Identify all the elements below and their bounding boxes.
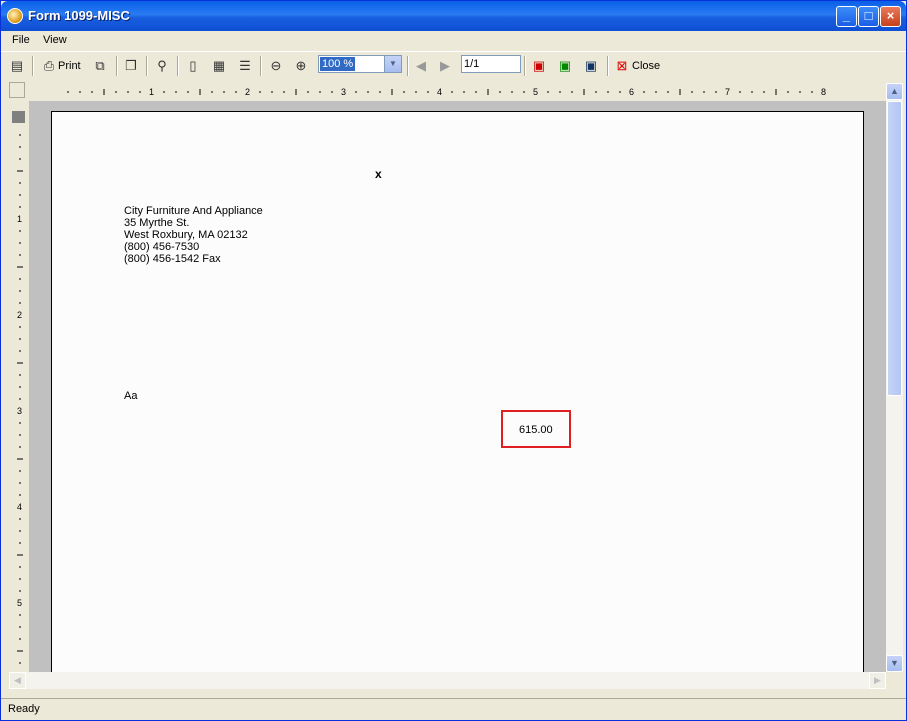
company-fax: (800) 456-1542 Fax: [124, 253, 221, 265]
horizontal-scrollbar[interactable]: ◀ ▶: [9, 672, 886, 689]
chevron-down-icon[interactable]: ▼: [384, 56, 401, 72]
ruler-label: 3: [17, 406, 22, 416]
page-setup-icon[interactable]: ⧉: [90, 56, 110, 76]
scroll-right-icon[interactable]: ▶: [869, 672, 886, 689]
ruler-label: 2: [17, 310, 22, 320]
multi-page-icon[interactable]: ▦: [209, 56, 229, 76]
previous-page-icon[interactable]: ◀: [411, 56, 431, 76]
scroll-down-icon[interactable]: ▼: [886, 655, 903, 672]
toolbar: ▤ ⎙ Print ⧉ ❐ ⚲ ▯ ▦ ☰ ⊖ ⊕ ◀ ▶ ▣ ▣ ▣ ⊠ Cl…: [1, 51, 906, 80]
title-bar[interactable]: Form 1099-MISC _ □ ×: [1, 1, 906, 31]
find-binoculars-icon[interactable]: ⚲: [152, 56, 172, 76]
report-page: x City Furniture And Appliance 35 Myrthe…: [51, 111, 864, 672]
report-preview[interactable]: x City Furniture And Appliance 35 Myrthe…: [29, 101, 886, 672]
continuous-pages-icon[interactable]: ☰: [235, 56, 255, 76]
status-bar: Ready: [1, 698, 906, 720]
zoom-select[interactable]: 100 % ▼: [318, 55, 402, 73]
amount-value: 615.00: [519, 424, 553, 436]
company-name: City Furniture And Appliance: [124, 205, 263, 217]
scroll-left-icon[interactable]: ◀: [9, 672, 26, 689]
recipient-name: Aa: [124, 390, 138, 402]
ruler-label: 8: [821, 87, 826, 97]
form-mark: x: [375, 167, 382, 181]
zoom-out-icon[interactable]: ⊖: [266, 56, 286, 76]
minimize-button[interactable]: _: [836, 6, 857, 27]
ruler-label: 4: [437, 87, 442, 97]
ruler-corner: [9, 82, 25, 98]
ruler-label: 5: [533, 87, 538, 97]
ruler-label: 3: [341, 87, 346, 97]
menu-file[interactable]: File: [12, 34, 30, 46]
company-city: West Roxbury, MA 02132: [124, 229, 248, 241]
maximize-button[interactable]: □: [858, 6, 879, 27]
window-title: Form 1099-MISC: [28, 8, 130, 23]
vertical-ruler-marker: [12, 111, 25, 123]
close-icon[interactable]: ⊠: [612, 56, 632, 76]
highlight-box: 615.00: [501, 410, 571, 448]
menu-bar: File View: [1, 31, 906, 50]
ruler-label: 4: [17, 502, 22, 512]
scroll-up-icon[interactable]: ▲: [886, 83, 903, 100]
print-button[interactable]: Print: [58, 60, 81, 72]
company-phone: (800) 456-7530: [124, 241, 200, 253]
ruler-label: 2: [245, 87, 250, 97]
outline-icon[interactable]: ▤: [7, 56, 27, 76]
ruler-label: 5: [17, 598, 22, 608]
ruler-label: 1: [17, 214, 22, 224]
copy-icon[interactable]: ❐: [121, 56, 141, 76]
single-page-icon[interactable]: ▯: [183, 56, 203, 76]
zoom-in-icon[interactable]: ⊕: [291, 56, 311, 76]
export-word-icon[interactable]: ▣: [581, 56, 601, 76]
export-pdf-icon[interactable]: ▣: [529, 56, 549, 76]
vertical-ruler: 1 2 3 4 5: [9, 111, 27, 671]
menu-view[interactable]: View: [43, 34, 67, 46]
scroll-thumb[interactable]: [887, 101, 902, 396]
ruler-label: 6: [629, 87, 634, 97]
close-window-button[interactable]: ×: [880, 6, 901, 27]
page-number-input[interactable]: 1/1: [461, 55, 521, 73]
application-window: Form 1099-MISC _ □ × File View ▤ ⎙ Print…: [0, 0, 907, 721]
status-text: Ready: [8, 703, 40, 715]
company-street: 35 Myrthe St.: [124, 217, 190, 229]
printer-icon[interactable]: ⎙: [39, 56, 59, 76]
horizontal-ruler: 1 2 3 4 5 6 7 8: [51, 85, 866, 99]
export-excel-icon[interactable]: ▣: [555, 56, 575, 76]
next-page-icon[interactable]: ▶: [435, 56, 455, 76]
close-button[interactable]: Close: [632, 60, 660, 72]
zoom-value: 100 %: [320, 57, 356, 71]
vertical-scrollbar[interactable]: ▲ ▼: [886, 83, 903, 672]
ruler-label: 1: [149, 87, 154, 97]
ruler-label: 7: [725, 87, 730, 97]
app-icon[interactable]: [7, 8, 23, 24]
